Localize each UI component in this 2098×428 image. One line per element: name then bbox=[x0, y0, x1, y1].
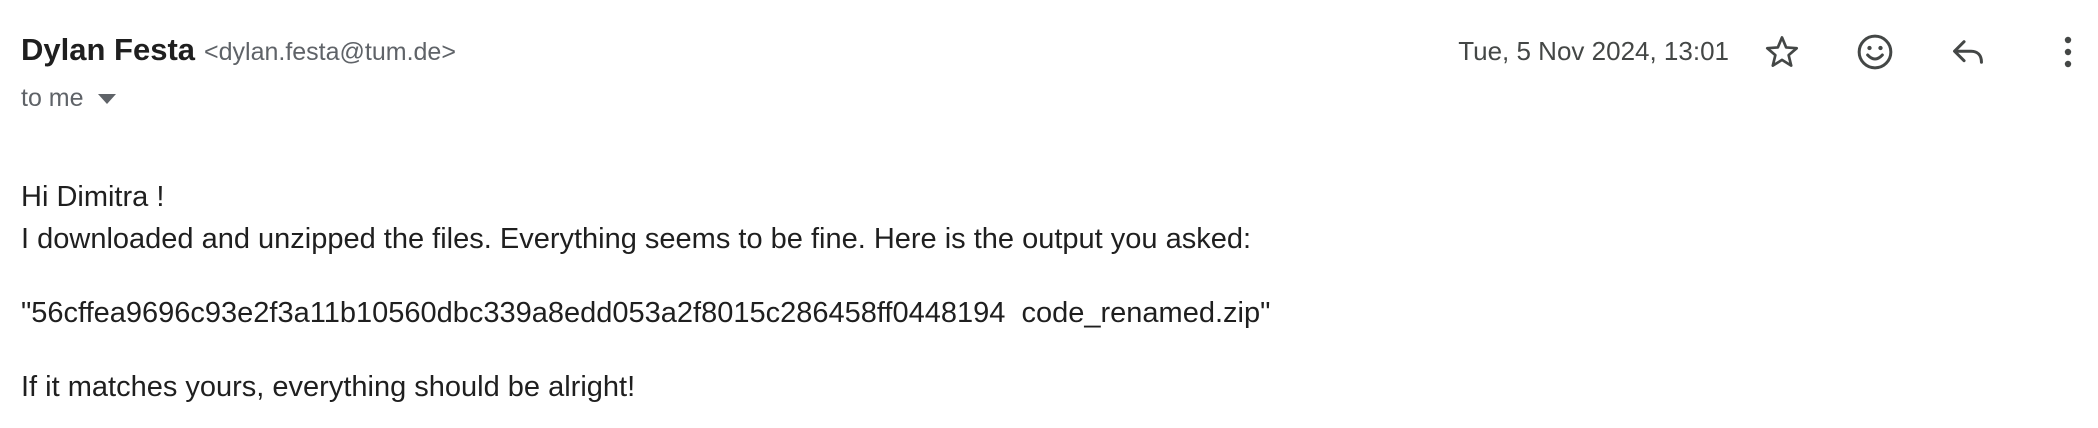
add-reaction-button[interactable] bbox=[1847, 26, 1903, 82]
emoji-icon bbox=[1855, 32, 1895, 77]
body-checksum: "56cffea9696c93e2f3a11b10560dbc339a8edd0… bbox=[21, 297, 1271, 329]
reply-icon bbox=[1949, 33, 1987, 76]
email-message: Dylan Festa <dylan.festa@tum.de> to me T… bbox=[0, 0, 2098, 428]
recipient-label: to me bbox=[21, 84, 84, 112]
sender-name[interactable]: Dylan Festa bbox=[21, 32, 195, 68]
body-closing: If it matches yours, everything should b… bbox=[21, 371, 636, 403]
recipient-details-toggle[interactable]: to me bbox=[21, 84, 116, 113]
message-timestamp: Tue, 5 Nov 2024, 13:01 bbox=[1458, 36, 1729, 66]
sender-email: <dylan.festa@tum.de> bbox=[204, 38, 456, 66]
message-body: Hi Dimitra ! I downloaded and unzipped t… bbox=[21, 176, 1270, 408]
star-icon bbox=[1763, 33, 1801, 76]
body-greeting: Hi Dimitra ! bbox=[21, 181, 165, 213]
star-button[interactable] bbox=[1754, 26, 1810, 82]
reply-button[interactable] bbox=[1940, 26, 1996, 82]
more-options-button[interactable] bbox=[2040, 26, 2096, 82]
caret-down-icon bbox=[97, 93, 116, 104]
body-paragraph: I downloaded and unzipped the files. Eve… bbox=[21, 223, 1252, 255]
more-vertical-icon bbox=[2062, 35, 2074, 74]
sender-header: Dylan Festa <dylan.festa@tum.de> bbox=[21, 32, 456, 78]
